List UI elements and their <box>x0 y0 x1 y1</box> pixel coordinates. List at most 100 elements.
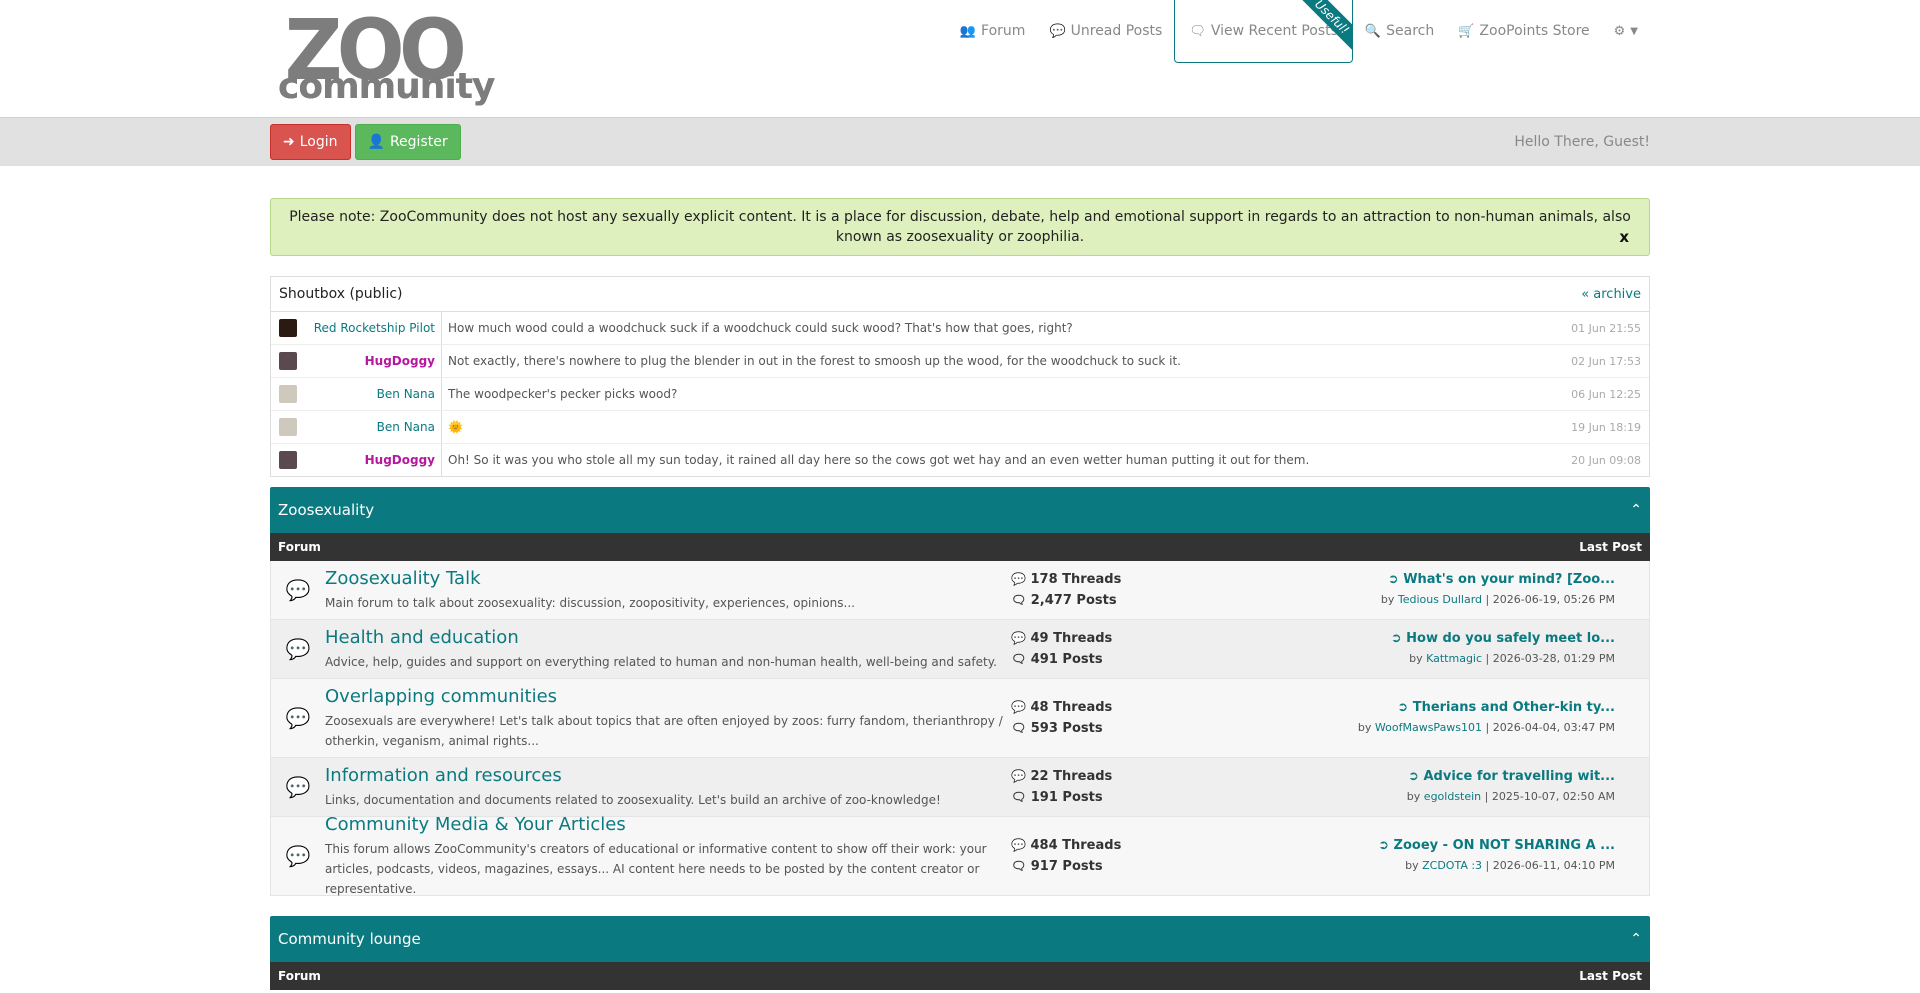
register-button[interactable]: 👤 Register <box>354 124 461 160</box>
nav-search[interactable]: 🔍 Search <box>1353 0 1446 62</box>
forum-threads: 49 Threads <box>1030 631 1113 646</box>
arrow-circle-right-icon: ➲ <box>1387 572 1399 587</box>
avatar <box>279 451 297 469</box>
last-post-title[interactable]: Therians and Other-kin ty... <box>1413 700 1615 715</box>
shout-row: Ben Nana 🌞 19 Jun 18:19 <box>271 411 1649 444</box>
arrow-circle-right-icon: ➲ <box>1408 769 1419 784</box>
forum-threads: 484 Threads <box>1030 838 1122 853</box>
forum-title[interactable]: Community Media & Your Articles <box>325 813 1011 837</box>
chevron-up-icon[interactable]: ⌃ <box>1630 502 1642 518</box>
last-post-user[interactable]: WoofMawsPaws101 <box>1375 721 1482 734</box>
col-forum: Forum <box>278 540 321 554</box>
last-post-date: | 2026-03-28, 01:29 PM <box>1485 652 1615 665</box>
comment-icon: 💬 <box>1011 572 1026 586</box>
forum-threads: 178 Threads <box>1030 572 1122 587</box>
chevron-down-icon: ▼ <box>1630 25 1638 37</box>
login-button[interactable]: ➜ Login <box>270 124 351 160</box>
main-nav: 👥 Forum 💬 Unread Posts 🗨 View Recent Pos… <box>948 0 1650 64</box>
guest-greeting: Hello There, Guest! <box>1514 134 1650 150</box>
last-post-user[interactable]: egoldstein <box>1424 790 1481 803</box>
nav-unread-posts[interactable]: 💬 Unread Posts <box>1037 0 1174 62</box>
column-header: Forum Last Post <box>270 533 1650 561</box>
forum-posts: 491 Posts <box>1030 652 1103 667</box>
login-label: Login <box>299 134 338 150</box>
forum-title[interactable]: Information and resources <box>325 764 1011 788</box>
last-post-user[interactable]: Tedious Dullard <box>1398 593 1482 606</box>
category-title[interactable]: Community lounge <box>278 930 421 948</box>
forum-list: 💬 Zoosexuality Talk Main forum to talk a… <box>270 561 1650 896</box>
last-post-user[interactable]: Kattmagic <box>1426 652 1482 665</box>
last-post-title[interactable]: What's on your mind? [Zoo... <box>1403 572 1615 587</box>
register-label: Register <box>389 134 448 150</box>
logo-text-community: community <box>278 66 495 107</box>
category-header: Zoosexuality ⌃ <box>270 487 1650 533</box>
shout-user[interactable]: Ben Nana <box>305 411 442 443</box>
forum-row: 💬 Overlapping communities Zoosexuals are… <box>270 679 1650 758</box>
site-header: ZOO community 👥 Forum 💬 Unread Posts 🗨 V… <box>0 0 1920 117</box>
shoutbox-header: Shoutbox (public) « archive <box>271 277 1649 312</box>
shout-user[interactable]: HugDoggy <box>305 444 442 476</box>
chevron-up-icon[interactable]: ⌃ <box>1630 931 1642 947</box>
shout-user[interactable]: Red Rocketship Pilot <box>305 312 442 344</box>
comment-icon: 💬 <box>1049 23 1066 39</box>
comment-icon: 💬 <box>1011 631 1026 645</box>
shout-row: HugDoggy Oh! So it was you who stole all… <box>271 444 1649 476</box>
category-title[interactable]: Zoosexuality <box>278 501 374 519</box>
notice-close-button[interactable]: x <box>1619 227 1629 247</box>
sign-in-icon: ➜ <box>283 134 295 150</box>
last-post-user[interactable]: ZCDOTA :3 <box>1422 859 1482 872</box>
nav-settings-dropdown[interactable]: ⚙ ▼ <box>1602 0 1650 62</box>
shout-time: 20 Jun 09:08 <box>1571 453 1641 467</box>
shout-message: Oh! So it was you who stole all my sun t… <box>448 453 1310 467</box>
last-post-title[interactable]: Zooey - ON NOT SHARING A ... <box>1394 838 1615 853</box>
last-post-by: by <box>1380 593 1395 606</box>
last-post-title[interactable]: How do you safely meet lo... <box>1406 631 1615 646</box>
forum-threads: 22 Threads <box>1030 769 1113 784</box>
avatar <box>279 319 297 337</box>
forum-desc: Main forum to talk about zoosexuality: d… <box>325 596 855 610</box>
shout-user[interactable]: HugDoggy <box>305 345 442 377</box>
comment-icon: 💬 <box>1011 700 1026 714</box>
nav-view-recent-posts[interactable]: 🗨 View Recent Posts Useful! <box>1174 0 1353 63</box>
forum-title[interactable]: Overlapping communities <box>325 685 1011 709</box>
last-post-title[interactable]: Advice for travelling wit... <box>1423 769 1615 784</box>
comments-icon: 🗨 <box>1011 652 1027 666</box>
comment-icon: 💬 <box>1011 838 1026 852</box>
forum-comments-icon: 💬 <box>285 775 311 799</box>
shout-time: 06 Jun 12:25 <box>1571 387 1641 401</box>
forum-comments-icon: 💬 <box>285 578 311 602</box>
forum-posts: 191 Posts <box>1030 790 1103 805</box>
forum-threads: 48 Threads <box>1030 700 1113 715</box>
avatar <box>279 385 297 403</box>
forum-title[interactable]: Health and education <box>325 626 1011 650</box>
user-plus-icon: 👤 <box>367 134 385 150</box>
site-logo[interactable]: ZOO community <box>278 8 495 112</box>
col-last-post: Last Post <box>1579 540 1642 554</box>
nav-unread-label: Unread Posts <box>1070 23 1163 39</box>
content-notice: Please note: ZooCommunity does not host … <box>270 198 1650 256</box>
comments-icon: 🗨 <box>1011 593 1027 607</box>
shout-message: How much wood could a woodchuck suck if … <box>448 321 1073 335</box>
last-post-date: | 2025-10-07, 02:50 AM <box>1484 790 1615 803</box>
nav-forum-label: Forum <box>981 23 1026 39</box>
shout-user[interactable]: Ben Nana <box>305 378 442 410</box>
nav-forum[interactable]: 👥 Forum <box>948 0 1038 62</box>
nav-zoopoints-store[interactable]: 🛒 ZooPoints Store <box>1446 0 1601 62</box>
comment-icon: 💬 <box>1011 769 1026 783</box>
nav-recent-label: View Recent Posts <box>1210 23 1338 39</box>
avatar <box>279 418 297 436</box>
nav-search-label: Search <box>1386 23 1435 39</box>
shoutbox-archive-link[interactable]: « archive <box>1581 287 1641 302</box>
category-community-lounge: Community lounge ⌃ Forum Last Post <box>270 916 1650 990</box>
comments-icon: 🗨 <box>1011 721 1027 735</box>
avatar <box>279 352 297 370</box>
forum-row: 💬 Health and education Advice, help, gui… <box>270 620 1650 679</box>
forum-comments-icon: 💬 <box>285 637 311 661</box>
comments-icon: 🗨 <box>1011 790 1027 804</box>
shout-message: The woodpecker's pecker picks wood? <box>448 387 678 401</box>
forum-posts: 2,477 Posts <box>1030 593 1117 608</box>
forum-title[interactable]: Zoosexuality Talk <box>325 567 1011 591</box>
forum-desc: Links, documentation and documents relat… <box>325 793 941 807</box>
nav-store-label: ZooPoints Store <box>1479 23 1590 39</box>
shoutbox: Shoutbox (public) « archive Red Rocketsh… <box>270 276 1650 477</box>
